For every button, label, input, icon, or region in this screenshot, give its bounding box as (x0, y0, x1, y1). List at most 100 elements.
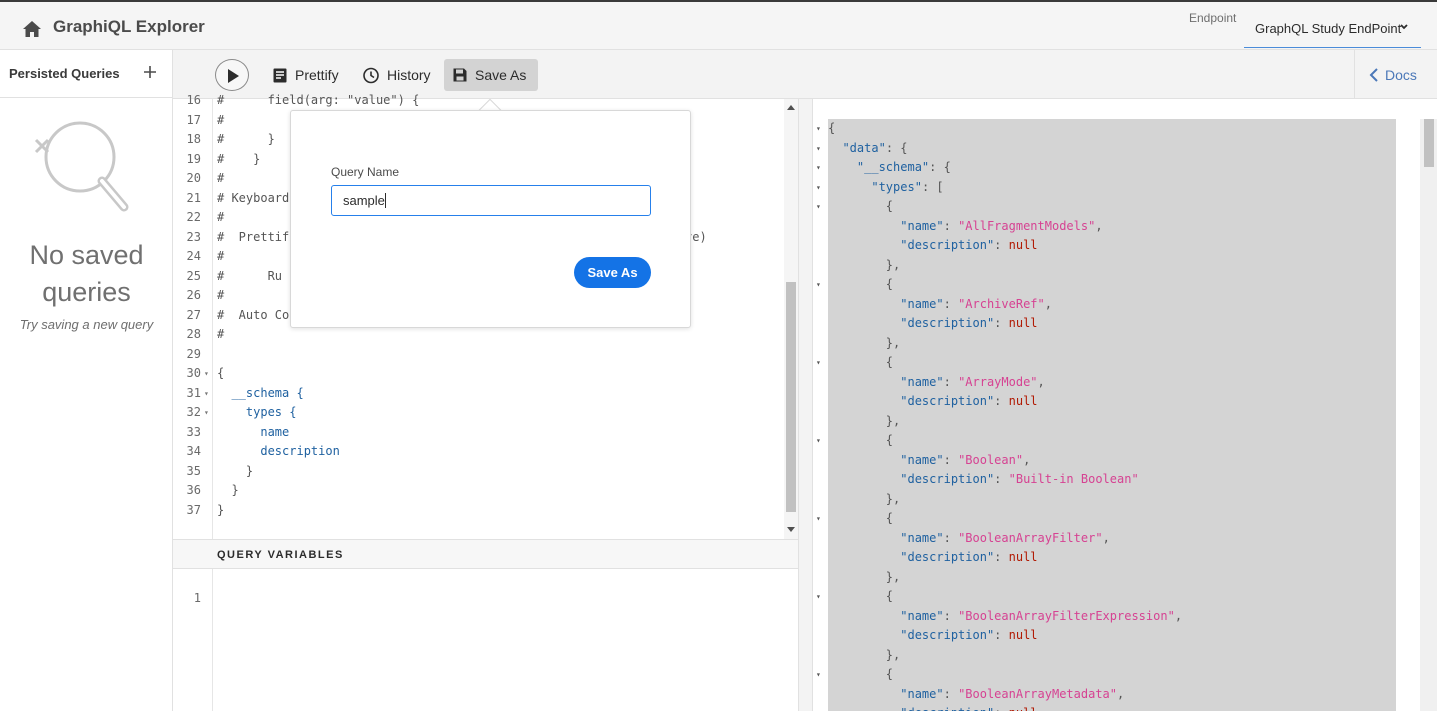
result-text: "name": "BooleanArrayMetadata", (900, 686, 1125, 701)
run-query-button[interactable] (215, 59, 249, 91)
result-text: }, (828, 413, 901, 428)
result-line: "description": "Built-in Boolean" (813, 470, 1413, 490)
result-text: "description": null (900, 628, 1038, 642)
result-line: }, (813, 334, 1413, 354)
persisted-queries-panel: Persisted Queries No saved queries Try s… (0, 50, 173, 711)
fold-toggle-icon[interactable]: ▾ (816, 509, 821, 529)
result-line: ▾ { (813, 665, 1413, 685)
result-text: "description": null (900, 238, 1038, 252)
fold-toggle-icon[interactable]: ▾ (816, 158, 821, 178)
code-text: # Prettif (217, 229, 290, 244)
code-line: 36 } (173, 481, 798, 501)
fold-toggle-icon[interactable]: ▾ (204, 364, 209, 384)
result-text: { (828, 589, 894, 603)
result-line: ▾ { (813, 353, 1413, 373)
result-text: "name": "AllFragmentModels", (900, 218, 1103, 233)
line-number: 31 (186, 385, 201, 400)
result-line: }, (813, 568, 1413, 588)
save-disk-icon (453, 68, 467, 82)
endpoint-label: Endpoint (1189, 11, 1237, 25)
empty-state-subtitle: Try saving a new query (19, 317, 154, 332)
code-text: __schema { (217, 385, 304, 400)
code-text: types { (217, 405, 297, 419)
result-line: "name": "BooleanArrayMetadata", (813, 685, 1413, 705)
result-line: ▾ "data": { (813, 139, 1413, 159)
query-name-value: sample (343, 193, 385, 208)
text-cursor (384, 193, 386, 208)
code-line: 34 description (173, 442, 798, 462)
result-line: }, (813, 256, 1413, 276)
result-text: "description": null (900, 394, 1038, 408)
result-line: "name": "ArrayMode", (813, 373, 1413, 393)
home-icon[interactable] (22, 20, 42, 38)
result-line: "name": "Boolean", (813, 451, 1413, 471)
code-text: { (217, 366, 225, 380)
query-variables-editor[interactable]: 1 (173, 569, 798, 711)
result-text: "description": "Built-in Boolean" (900, 472, 1139, 486)
query-variables-header[interactable]: QUERY VARIABLES (173, 539, 798, 569)
result-line: "name": "AllFragmentModels", (813, 217, 1413, 237)
line-number: 24 (186, 249, 201, 263)
fold-toggle-icon[interactable]: ▾ (816, 353, 821, 373)
pane-divider[interactable] (798, 99, 813, 711)
result-line: ▾ "__schema": { (813, 158, 1413, 178)
result-text: }, (828, 491, 901, 506)
fold-toggle-icon[interactable]: ▾ (816, 197, 821, 217)
result-text: "description": null (900, 316, 1038, 330)
fold-toggle-icon[interactable]: ▾ (816, 431, 821, 451)
fold-toggle-icon[interactable]: ▾ (816, 139, 821, 159)
fold-toggle-icon[interactable]: ▾ (816, 119, 821, 139)
result-text: { (828, 199, 894, 213)
result-text: { (828, 355, 894, 369)
endpoint-select[interactable]: GraphQL Study EndPoint (1244, 18, 1421, 48)
code-text: } (217, 463, 254, 478)
fold-toggle-icon[interactable]: ▾ (816, 275, 821, 295)
fold-toggle-icon[interactable]: ▾ (816, 587, 821, 607)
code-line: 37} (173, 501, 798, 521)
line-number: 18 (186, 132, 201, 146)
prettify-button[interactable]: Prettify (264, 59, 348, 91)
query-name-input[interactable]: sample (331, 185, 651, 216)
result-line: ▾ { (813, 431, 1413, 451)
line-number: 25 (186, 268, 201, 283)
scrollbar-thumb[interactable] (1424, 119, 1434, 167)
code-text: # (217, 327, 225, 341)
result-line: }, (813, 646, 1413, 666)
code-text: # (217, 112, 225, 127)
add-query-button[interactable] (141, 63, 159, 81)
result-text: { (828, 121, 836, 135)
docs-button[interactable]: Docs (1354, 50, 1437, 99)
prettify-label: Prettify (295, 67, 339, 83)
fold-toggle-icon[interactable]: ▾ (204, 384, 209, 404)
save-as-confirm-button[interactable]: Save As (574, 257, 651, 288)
line-number: 28 (186, 327, 201, 341)
result-text: "name": "BooleanArrayFilter", (900, 530, 1110, 545)
code-text: # } (217, 151, 261, 166)
save-as-button[interactable]: Save As (444, 59, 538, 91)
endpoint-value: GraphQL Study EndPoint (1255, 21, 1402, 36)
result-line: ▾{ (813, 119, 1413, 139)
result-text: { (828, 277, 894, 291)
line-number: 36 (186, 483, 201, 497)
code-text: # Ru (217, 268, 283, 283)
fold-toggle-icon[interactable]: ▾ (816, 665, 821, 685)
scroll-down-arrow-icon[interactable] (787, 527, 795, 532)
result-scrollbar[interactable] (1420, 119, 1437, 711)
result-text: }, (828, 569, 901, 584)
empty-state-title: No saved queries (29, 240, 144, 307)
result-text: "name": "BooleanArrayFilterExpression", (900, 608, 1183, 623)
line-number: 1 (193, 591, 201, 605)
fold-toggle-icon[interactable]: ▾ (204, 403, 209, 423)
result-text: { (828, 511, 894, 525)
line-number: 21 (186, 190, 201, 205)
code-text: description (217, 444, 340, 458)
app-title: GraphiQL Explorer (53, 17, 205, 36)
result-line: "description": null (813, 236, 1413, 256)
result-line: ▾ { (813, 509, 1413, 529)
code-text: # (217, 171, 225, 185)
result-text: "description": null (828, 704, 1037, 711)
code-text: # } (217, 132, 275, 146)
history-button[interactable]: History (353, 59, 440, 91)
fold-toggle-icon[interactable]: ▾ (816, 178, 821, 198)
result-viewer: ▾{▾ "data": {▾ "__schema": {▾ "types": [… (813, 99, 1437, 711)
